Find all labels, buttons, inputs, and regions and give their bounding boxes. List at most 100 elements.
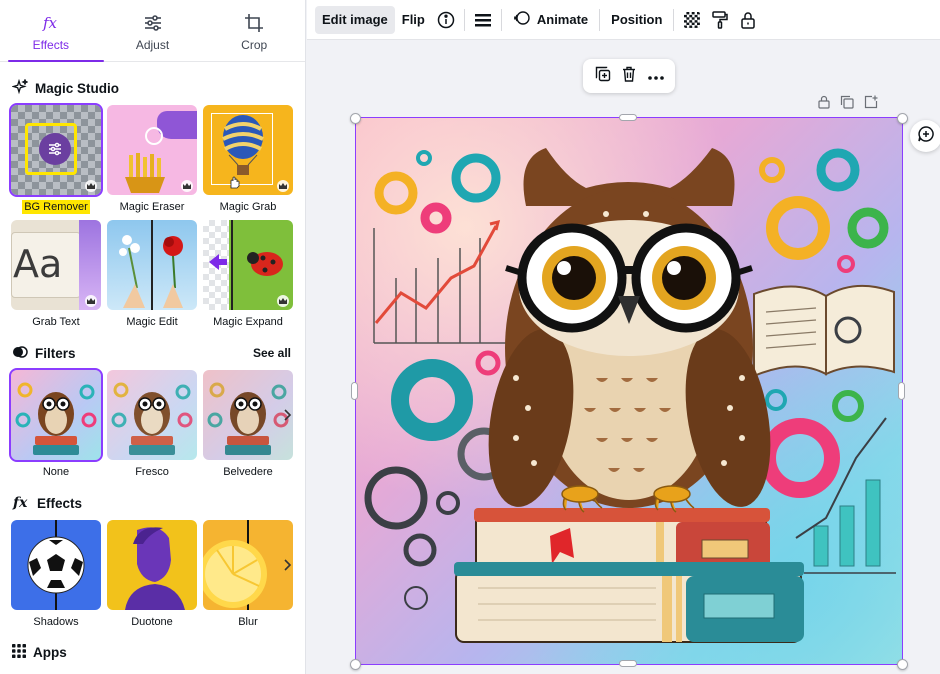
tool-grab-text[interactable]: Aa Grab Text	[11, 220, 101, 328]
animate-button[interactable]: Animate	[506, 6, 595, 34]
filter-fresco[interactable]: Fresco	[107, 370, 197, 478]
tool-magic-grab[interactable]: Magic Grab	[203, 105, 293, 213]
grid-icon	[12, 644, 26, 661]
paint-roller-icon[interactable]	[706, 6, 734, 34]
sliders-icon	[143, 12, 163, 34]
lock-page-icon[interactable]	[818, 95, 830, 114]
tool-magic-expand[interactable]: Magic Expand	[203, 220, 293, 328]
tab-effects[interactable]: fx Effects	[0, 0, 102, 61]
design-canvas-image[interactable]	[356, 118, 902, 664]
filter-label: Fresco	[135, 466, 169, 478]
effects-title: Effects	[37, 496, 83, 511]
hand-cursor-icon	[227, 175, 241, 194]
crown-icon	[85, 180, 97, 192]
tool-label: BG Remover	[22, 200, 90, 214]
info-icon[interactable]	[432, 6, 460, 34]
editor-toolbar: Edit image Flip Animate Position	[307, 0, 940, 40]
filter-label: Belvedere	[223, 466, 273, 478]
toolbar-divider	[599, 8, 601, 31]
effects-scroll-right-button[interactable]	[281, 550, 295, 580]
flip-button[interactable]: Flip	[395, 6, 432, 34]
tool-label: Magic Eraser	[119, 201, 185, 213]
fx-icon: fx	[12, 494, 30, 513]
aa-sample-text: Aa	[13, 242, 63, 286]
balloon-image	[221, 115, 265, 182]
effects-heading: fx Effects	[12, 494, 82, 513]
effect-thumbnail	[107, 520, 197, 610]
bg-remover-thumbnail	[9, 103, 103, 197]
effect-duotone[interactable]: Duotone	[107, 520, 197, 628]
active-tab-indicator	[8, 60, 104, 62]
filter-belvedere[interactable]: Belvedere	[203, 370, 293, 478]
page-controls	[818, 95, 878, 114]
more-options-icon[interactable]	[647, 67, 664, 85]
tool-magic-edit[interactable]: Magic Edit	[107, 220, 197, 328]
portrait-image	[125, 527, 185, 610]
tool-label: Magic Expand	[213, 316, 283, 328]
resize-handle-top-left[interactable]	[350, 113, 361, 124]
tool-label: Magic Edit	[126, 316, 178, 328]
magic-expand-thumbnail	[203, 220, 293, 310]
tab-crop[interactable]: Crop	[203, 0, 305, 61]
add-page-icon[interactable]	[864, 95, 878, 114]
adjust-icon	[39, 133, 71, 165]
filters-icon	[12, 344, 28, 363]
tab-crop-label: Crop	[241, 38, 268, 52]
filter-label: None	[42, 466, 70, 478]
toolbar-divider	[500, 8, 502, 31]
resize-handle-bottom[interactable]	[619, 660, 637, 667]
panel-tabs: fx Effects Adjust Crop	[0, 0, 305, 62]
filter-thumbnail	[107, 370, 197, 460]
magic-grab-thumbnail	[203, 105, 293, 195]
soccer-ball-image	[27, 536, 85, 599]
add-comment-button[interactable]	[910, 120, 940, 152]
owl-illustration	[356, 118, 902, 664]
lock-icon[interactable]	[734, 6, 762, 34]
filter-thumbnail	[9, 368, 103, 462]
ladybug-image	[247, 248, 287, 283]
resize-handle-bottom-left[interactable]	[350, 659, 361, 670]
tool-magic-eraser[interactable]: Magic Eraser	[107, 105, 197, 213]
resize-handle-left[interactable]	[351, 382, 358, 400]
grab-text-thumbnail: Aa	[11, 220, 101, 310]
lemon-image	[203, 540, 267, 608]
animate-label: Animate	[536, 12, 589, 27]
flowers-image	[113, 228, 193, 310]
svg-text:fx: fx	[42, 14, 58, 32]
effect-label: Blur	[238, 616, 258, 628]
filters-scroll-right-button[interactable]	[281, 400, 295, 430]
filters-see-all-link[interactable]: See all	[253, 346, 291, 360]
edit-image-button[interactable]: Edit image	[315, 5, 395, 34]
filter-thumbnail	[203, 370, 293, 460]
apps-title: Apps	[33, 645, 67, 660]
border-style-icon[interactable]	[469, 6, 497, 34]
toolbar-divider	[463, 8, 465, 31]
duplicate-page-icon[interactable]	[840, 95, 854, 114]
side-panel: fx Effects Adjust Crop Magic Studio BG R…	[0, 0, 306, 674]
tool-bg-remover[interactable]: BG Remover	[9, 103, 103, 214]
crown-icon	[85, 295, 97, 307]
effect-thumbnail	[11, 520, 101, 610]
tab-effects-label: Effects	[32, 38, 70, 52]
duplicate-icon[interactable]	[595, 66, 611, 87]
crop-icon	[244, 12, 264, 34]
resize-handle-top[interactable]	[619, 114, 637, 121]
resize-handle-bottom-right[interactable]	[897, 659, 908, 670]
effect-shadows[interactable]: Shadows	[11, 520, 101, 628]
comment-plus-icon	[917, 125, 935, 148]
crown-icon	[277, 295, 289, 307]
magic-eraser-thumbnail	[107, 105, 197, 195]
position-button[interactable]: Position	[604, 6, 669, 34]
tab-adjust[interactable]: Adjust	[102, 0, 204, 61]
resize-handle-right[interactable]	[898, 382, 905, 400]
resize-handle-top-right[interactable]	[897, 113, 908, 124]
tool-label: Magic Grab	[219, 201, 277, 213]
transparency-icon[interactable]	[678, 6, 706, 34]
trash-icon[interactable]	[622, 66, 636, 87]
effect-label: Shadows	[33, 616, 79, 628]
svg-text:fx: fx	[12, 495, 28, 510]
filter-none[interactable]: None	[9, 368, 103, 478]
effect-blur[interactable]: Blur	[203, 520, 293, 628]
effect-label: Duotone	[131, 616, 173, 628]
fx-icon: fx	[40, 12, 62, 34]
